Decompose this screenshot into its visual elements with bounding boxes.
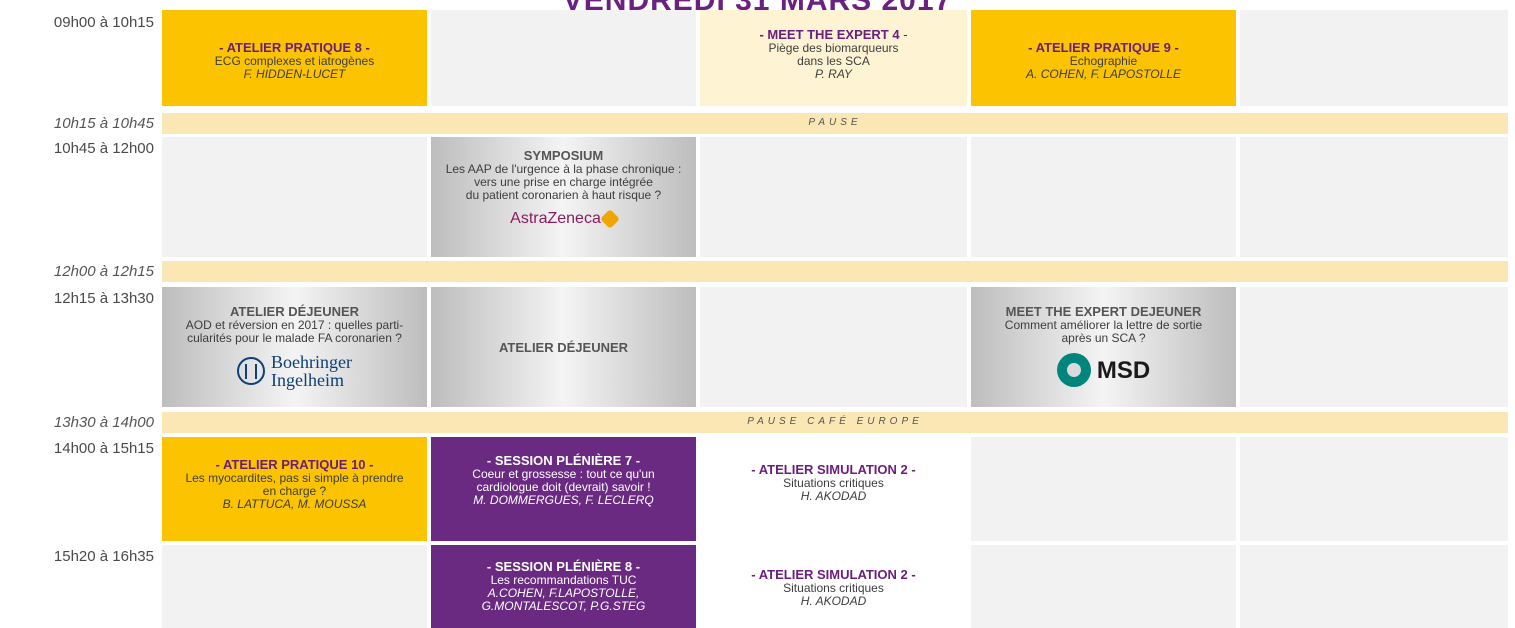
session-pleniere-8[interactable]: - SESSION PLÉNIÈRE 8 - Les recommandatio…: [431, 545, 696, 628]
session-speakers: H. AKODAD: [800, 489, 867, 503]
session-atelier-dejeuner-1[interactable]: ATELIER DÉJEUNER AOD et réversion en 201…: [162, 287, 427, 407]
pause-band: PAUSE: [162, 113, 1508, 134]
empty-slot: [1240, 10, 1508, 106]
pause-label: PAUSE: [808, 117, 862, 128]
session-atelier-pratique-9[interactable]: - ATELIER PRATIQUE 9 - Echographie A. CO…: [971, 10, 1236, 106]
session-atelier-pratique-8[interactable]: - ATELIER PRATIQUE 8 - ECG complexes et …: [162, 10, 427, 106]
session-pleniere-7[interactable]: - SESSION PLÉNIÈRE 7 - Coeur et grossess…: [431, 437, 696, 541]
coffee-break-label: PAUSE CAFÉ EUROPE: [747, 416, 923, 427]
empty-slot: [971, 545, 1236, 628]
session-title: ATELIER DÉJEUNER: [498, 340, 629, 355]
empty-slot: [1240, 545, 1508, 628]
session-topic-2: cularités pour le malade FA coronarien ?: [187, 331, 402, 345]
lunch-band: [162, 261, 1508, 282]
empty-slot: [700, 137, 967, 257]
session-speakers: M. DOMMERGUES, F. LECLERQ: [473, 493, 654, 507]
boehringer-logo: Boehringer Ingelheim: [237, 353, 352, 389]
session-atelier-dejeuner-2[interactable]: ATELIER DÉJEUNER: [431, 287, 696, 407]
empty-slot: [162, 545, 427, 628]
empty-slot: [971, 137, 1236, 257]
session-meet-the-expert-dejeuner[interactable]: MEET THE EXPERT DEJEUNER Comment amélior…: [971, 287, 1236, 407]
msd-logo: MSD: [1056, 353, 1150, 387]
session-speakers: A. COHEN, F. LAPOSTOLLE: [1026, 67, 1181, 81]
session-title: - ATELIER SIMULATION 2 -: [751, 462, 916, 477]
empty-slot: [1240, 137, 1508, 257]
coffee-break-band: PAUSE CAFÉ EUROPE: [162, 412, 1508, 433]
session-title: - MEET THE EXPERT 4: [759, 27, 900, 42]
session-atelier-simulation-2a[interactable]: - ATELIER SIMULATION 2 - Situations crit…: [700, 437, 967, 541]
session-atelier-pratique-10[interactable]: - ATELIER PRATIQUE 10 - Les myocardites,…: [162, 437, 427, 541]
session-title: SYMPOSIUM: [523, 148, 604, 163]
boehringer-logo-icon: [237, 357, 265, 385]
time-label: 12h00 à 12h15: [53, 263, 154, 280]
session-title: - ATELIER SIMULATION 2 -: [751, 567, 916, 582]
time-label: 09h00 à 10h15: [53, 14, 154, 31]
session-topic-2: après un SCA ?: [1061, 331, 1146, 345]
session-speakers: B. LATTUCA, M. MOUSSA: [222, 497, 367, 511]
empty-slot: [971, 437, 1236, 541]
empty-slot: [162, 137, 427, 257]
session-speakers: F. HIDDEN-LUCET: [243, 67, 346, 81]
session-title: - ATELIER PRATIQUE 9 -: [1028, 40, 1179, 55]
msd-logo-icon: [1056, 353, 1091, 387]
session-title: - SESSION PLÉNIÈRE 7 -: [486, 453, 641, 468]
astrazeneca-logo-icon: [599, 209, 620, 229]
session-atelier-simulation-2b[interactable]: - ATELIER SIMULATION 2 - Situations crit…: [700, 545, 967, 628]
time-label: 15h20 à 16h35: [53, 548, 154, 565]
session-topic-3: du patient coronarien à haut risque ?: [465, 188, 662, 202]
session-title: - ATELIER PRATIQUE 10 -: [215, 457, 374, 472]
session-title: - ATELIER PRATIQUE 8 -: [219, 40, 370, 55]
session-title-suffix: -: [899, 27, 908, 42]
session-title: MEET THE EXPERT DEJEUNER: [1005, 304, 1202, 319]
session-title: - SESSION PLÉNIÈRE 8 -: [486, 559, 641, 574]
session-title: ATELIER DÉJEUNER: [229, 304, 360, 319]
time-label: 12h15 à 13h30: [53, 290, 154, 307]
empty-slot: [700, 287, 967, 407]
empty-slot: [1240, 287, 1508, 407]
time-label: 10h45 à 12h00: [53, 140, 154, 157]
time-label: 10h15 à 10h45: [53, 115, 154, 132]
empty-slot: [1240, 437, 1508, 541]
time-label: 13h30 à 14h00: [53, 414, 154, 431]
empty-slot: [431, 10, 696, 106]
session-speakers-2: G.MONTALESCOT, P.G.STEG: [481, 599, 646, 613]
session-speakers: P. RAY: [815, 67, 852, 81]
session-symposium[interactable]: SYMPOSIUM Les AAP de l'urgence à la phas…: [431, 137, 696, 257]
astrazeneca-logo: AstraZeneca: [510, 209, 620, 229]
session-speakers: H. AKODAD: [800, 594, 867, 608]
session-meet-the-expert-4[interactable]: - MEET THE EXPERT 4 - Piège des biomarqu…: [700, 10, 967, 106]
time-label: 14h00 à 15h15: [53, 440, 154, 457]
